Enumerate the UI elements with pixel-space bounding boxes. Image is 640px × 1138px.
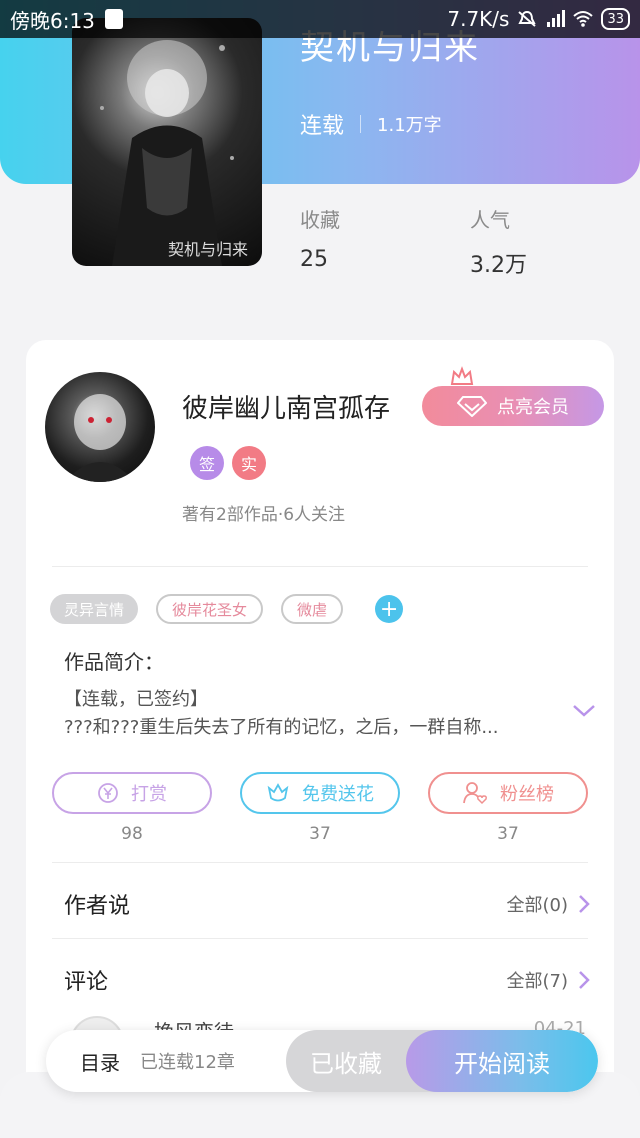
start-reading-button[interactable]: 开始阅读 — [406, 1030, 598, 1092]
fans-count: 37 — [497, 824, 519, 844]
comments-title: 评论 — [64, 970, 109, 995]
comments-more[interactable]: 全部(7) — [507, 967, 591, 993]
chevron-right-icon — [579, 971, 590, 989]
start-reading-label: 开始阅读 — [454, 1049, 550, 1078]
popularity-value: 3.2万 — [470, 253, 527, 278]
fans-icon — [463, 782, 487, 805]
cover-caption: 契机与归来 — [167, 240, 248, 259]
author-name[interactable]: 彼岸幽儿南宫孤存 — [182, 388, 390, 425]
flower-count: 37 — [309, 824, 331, 844]
meta-divider — [360, 115, 362, 133]
intro-line: 【连载，已签约】 — [64, 689, 208, 710]
status-time: 傍晚6:13 — [10, 8, 95, 33]
author-stats: 著有2部作品·6人关注 — [182, 505, 346, 525]
member-button-label: 点亮会员 — [497, 397, 569, 418]
signed-badge: 签 — [190, 446, 224, 480]
tag-item[interactable]: 彼岸花圣女 — [156, 594, 264, 624]
fans-label: 粉丝榜 — [500, 784, 554, 805]
popularity-label: 人气 — [470, 208, 510, 232]
tip-count: 98 — [121, 824, 143, 844]
cover-illustration — [100, 40, 234, 266]
verified-badge: 实 — [232, 446, 266, 480]
activate-member-button[interactable]: 点亮会员 — [422, 386, 604, 426]
chevron-right-icon — [579, 895, 590, 913]
author-avatar[interactable] — [45, 372, 155, 482]
divider — [52, 862, 588, 863]
add-tag-icon[interactable]: + — [375, 595, 404, 623]
favorited-label: 已收藏 — [310, 1049, 382, 1078]
fans-action: 粉丝榜 37 — [428, 772, 588, 844]
status-bar: 傍晚6:13 7.7K/s 33 — [0, 0, 640, 38]
book-detail-card: 彼岸幽儿南宫孤存 点亮会员 签 实 著有2部作品·6人关注 灵异言情 彼岸花圣女… — [26, 340, 614, 1100]
network-speed: 7.7K/s — [447, 7, 510, 31]
chapter-count: 已连载12章 — [140, 1052, 235, 1073]
intro-text[interactable]: 【连载，已签约】 ???和???重生后失去了所有的记忆，之后，一群自称... — [64, 686, 554, 742]
crown-icon — [450, 366, 474, 385]
send-flower-button[interactable]: 免费送花 — [240, 772, 400, 814]
flower-action: 免费送花 37 — [240, 772, 400, 844]
tag-list: 灵异言情 彼岸花圣女 微虐 + — [50, 594, 404, 624]
tip-button[interactable]: 打赏 — [52, 772, 212, 814]
mute-icon — [518, 10, 537, 27]
tip-action: 打赏 98 — [52, 772, 212, 844]
chevron-down-icon[interactable] — [572, 704, 596, 718]
wifi-icon — [573, 11, 594, 27]
diamond-icon — [457, 396, 487, 417]
favorites-label: 收藏 — [300, 208, 340, 232]
yen-icon — [98, 783, 118, 803]
comments-row[interactable]: 评论 全部(7) — [64, 960, 590, 1000]
author-says-row[interactable]: 作者说 全部(0) — [64, 884, 590, 924]
favorites-stat: 收藏 25 — [300, 204, 340, 272]
avatar-illustration — [65, 394, 135, 482]
favorites-value: 25 — [300, 247, 328, 272]
comments-count: 全部(7) — [506, 971, 569, 992]
flower-label: 免费送花 — [302, 784, 374, 805]
author-says-title: 作者说 — [64, 894, 131, 919]
tag-item[interactable]: 灵异言情 — [50, 594, 139, 624]
popularity-stat: 人气 3.2万 — [470, 204, 527, 279]
flower-icon — [267, 783, 289, 802]
bottom-action-bar: 目录 已连载12章 已收藏 开始阅读 — [46, 1030, 598, 1092]
table-of-contents-button[interactable]: 目录 已连载12章 — [80, 1030, 235, 1092]
word-count: 1.1万字 — [377, 115, 442, 136]
signal-icon — [547, 10, 566, 27]
book-status: 连载 — [300, 114, 345, 139]
notification-icon — [104, 9, 123, 29]
tip-label: 打赏 — [131, 784, 167, 805]
tag-item[interactable]: 微虐 — [281, 594, 344, 624]
action-buttons: 打赏 98 免费送花 37 粉丝榜 37 — [52, 772, 588, 852]
toc-label: 目录 — [80, 1050, 120, 1075]
battery-indicator: 33 — [601, 8, 630, 30]
divider — [52, 938, 588, 939]
book-cover[interactable]: 契机与归来 — [72, 18, 262, 266]
fan-ranking-button[interactable]: 粉丝榜 — [428, 772, 588, 814]
book-meta: 连载 1.1万字 — [300, 108, 442, 140]
author-says-count: 全部(0) — [506, 895, 569, 916]
intro-title: 作品简介： — [64, 650, 164, 674]
intro-line: ???和???重生后失去了所有的记忆，之后，一群自称... — [64, 717, 499, 738]
divider — [52, 566, 588, 567]
author-says-more[interactable]: 全部(0) — [507, 891, 591, 917]
